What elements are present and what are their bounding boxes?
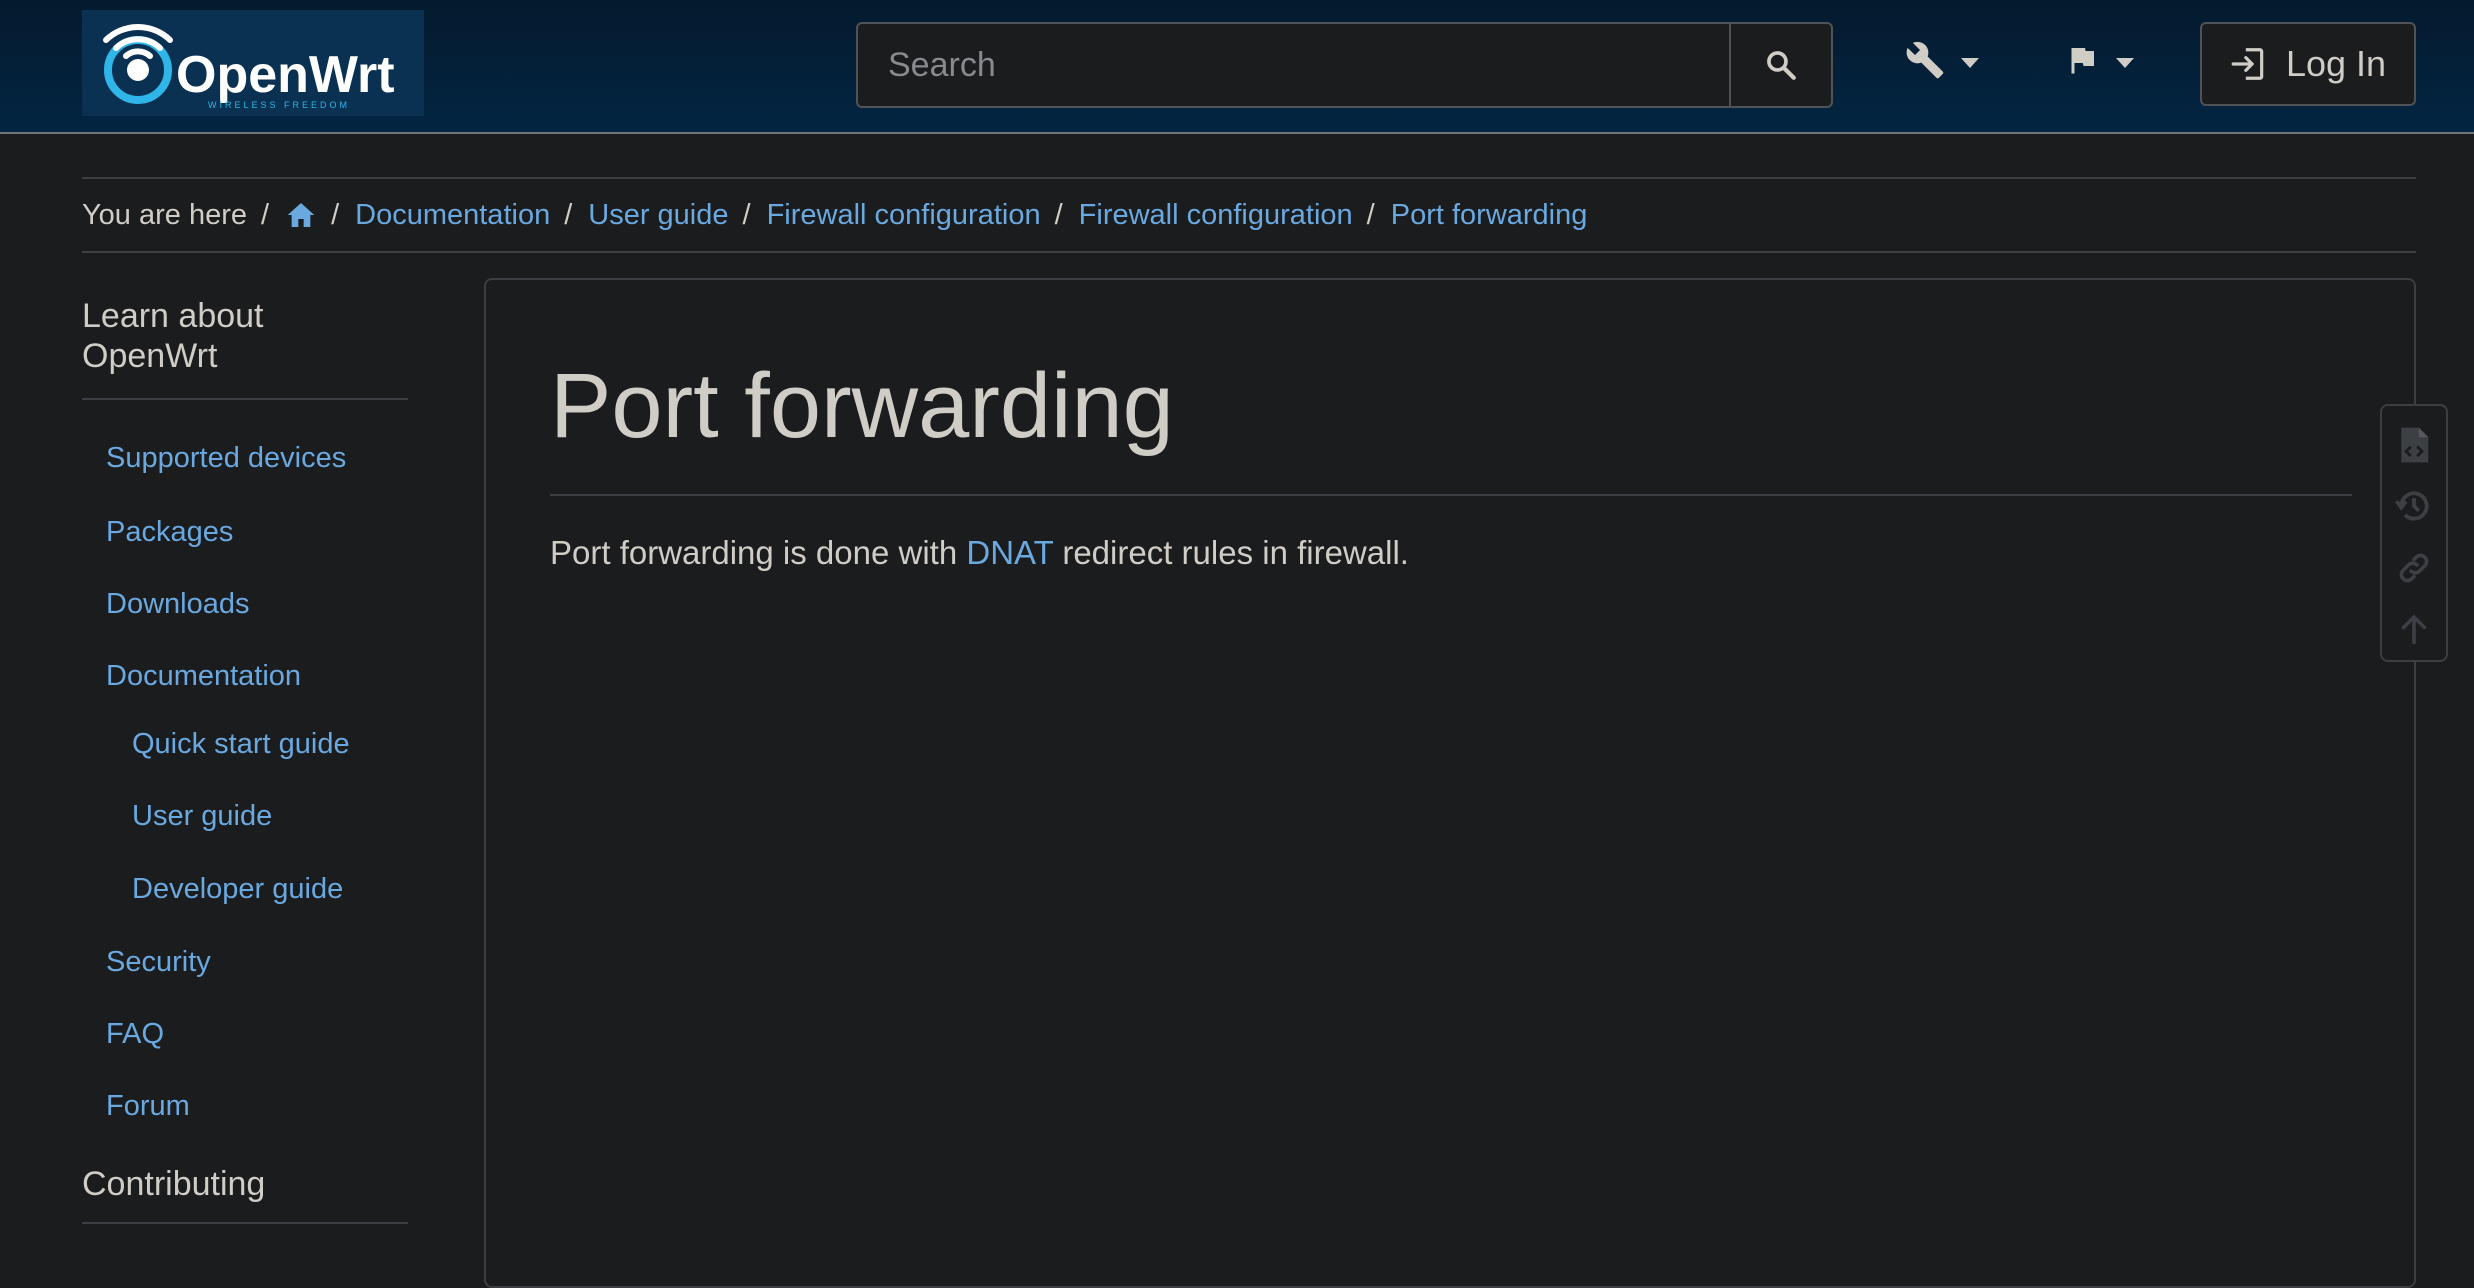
top-navbar: OpenWrt WIRELESS FREEDOM Log In bbox=[0, 0, 2474, 134]
breadcrumb-separator: / bbox=[261, 198, 270, 231]
search-input[interactable] bbox=[856, 22, 1730, 108]
search-icon bbox=[1767, 51, 1796, 80]
flag-icon bbox=[2071, 48, 2094, 74]
login-button[interactable]: Log In bbox=[2200, 22, 2416, 106]
sidebar-item-documentation[interactable]: Documentation bbox=[106, 660, 301, 693]
intro-paragraph: Port forwarding is done with DNAT redire… bbox=[550, 534, 1409, 572]
sidebar-item-forum[interactable]: Forum bbox=[106, 1090, 190, 1123]
history-icon bbox=[2395, 491, 2429, 521]
breadcrumb-link-documentation[interactable]: Documentation bbox=[355, 199, 550, 232]
sidebar-item-security[interactable]: Security bbox=[106, 946, 211, 979]
breadcrumb-prefix: You are here bbox=[82, 198, 248, 231]
breadcrumb-home-link[interactable] bbox=[285, 200, 317, 230]
sidebar-item-quick-start-guide[interactable]: Quick start guide bbox=[132, 728, 350, 761]
openwrt-logo[interactable]: OpenWrt WIRELESS FREEDOM bbox=[82, 10, 424, 116]
breadcrumb-link-user-guide[interactable]: User guide bbox=[588, 199, 728, 232]
breadcrumb-link-firewall-configuration[interactable]: Firewall configuration bbox=[767, 199, 1041, 232]
intro-text-start: Port forwarding is done with bbox=[550, 534, 967, 571]
show-source-button[interactable] bbox=[2384, 414, 2444, 476]
breadcrumb-separator: / bbox=[1366, 198, 1375, 231]
breadcrumb-link-port-forwarding[interactable]: Port forwarding bbox=[1391, 199, 1588, 232]
sidebar-heading: Learn about OpenWrt bbox=[82, 296, 408, 400]
logo-text: OpenWrt bbox=[176, 46, 395, 104]
page-title: Port forwarding bbox=[550, 355, 1174, 457]
back-to-top-button[interactable] bbox=[2384, 599, 2444, 661]
sidebar-item-developer-guide[interactable]: Developer guide bbox=[132, 873, 343, 906]
source-file-icon bbox=[2401, 427, 2429, 463]
logo-tagline: WIRELESS FREEDOM bbox=[208, 100, 350, 110]
sidebar-section-contributing: Contributing bbox=[82, 1164, 408, 1224]
search-button[interactable] bbox=[1729, 22, 1833, 108]
sidebar-item-packages[interactable]: Packages bbox=[106, 516, 233, 549]
openwrt-wifi-logo-icon: OpenWrt WIRELESS FREEDOM bbox=[103, 24, 395, 110]
backlinks-button[interactable] bbox=[2384, 537, 2444, 599]
page-tools bbox=[2380, 404, 2448, 662]
sidebar-heading-contributing: Contributing bbox=[82, 1164, 408, 1224]
language-menu-toggle[interactable] bbox=[2064, 30, 2134, 90]
old-revisions-button[interactable] bbox=[2384, 476, 2444, 538]
arrow-up-icon bbox=[2401, 614, 2427, 645]
breadcrumb-separator: / bbox=[1054, 198, 1063, 231]
wrench-icon bbox=[1906, 41, 1944, 79]
search-form bbox=[856, 22, 1833, 108]
breadcrumb-top-divider bbox=[82, 177, 2416, 179]
breadcrumb-bottom-divider bbox=[82, 251, 2416, 253]
intro-text-end: redirect rules in firewall. bbox=[1053, 534, 1409, 571]
sidebar-item-supported-devices[interactable]: Supported devices bbox=[106, 442, 346, 475]
sidebar: Learn about OpenWrt bbox=[82, 296, 408, 400]
chevron-down-icon bbox=[1961, 58, 1979, 68]
breadcrumb-link-firewall-configuration-page[interactable]: Firewall configuration bbox=[1079, 199, 1353, 232]
breadcrumb: You are here / / Documentation / User gu… bbox=[82, 190, 1587, 240]
title-divider bbox=[550, 494, 2352, 496]
link-icon bbox=[2399, 553, 2429, 583]
sidebar-item-downloads[interactable]: Downloads bbox=[106, 588, 249, 621]
sidebar-item-faq[interactable]: FAQ bbox=[106, 1018, 164, 1051]
content-card: Port forwarding Port forwarding is done … bbox=[484, 278, 2416, 1288]
login-icon bbox=[2231, 48, 2264, 80]
home-icon bbox=[287, 203, 315, 227]
breadcrumb-separator: / bbox=[564, 198, 573, 231]
tools-menu-toggle[interactable] bbox=[1905, 30, 1979, 90]
breadcrumb-separator: / bbox=[742, 198, 751, 231]
breadcrumb-separator: / bbox=[331, 198, 340, 231]
sidebar-item-user-guide[interactable]: User guide bbox=[132, 800, 272, 833]
login-label: Log In bbox=[2285, 43, 2387, 84]
chevron-down-icon bbox=[2116, 58, 2134, 68]
dnat-link[interactable]: DNAT bbox=[966, 534, 1053, 571]
